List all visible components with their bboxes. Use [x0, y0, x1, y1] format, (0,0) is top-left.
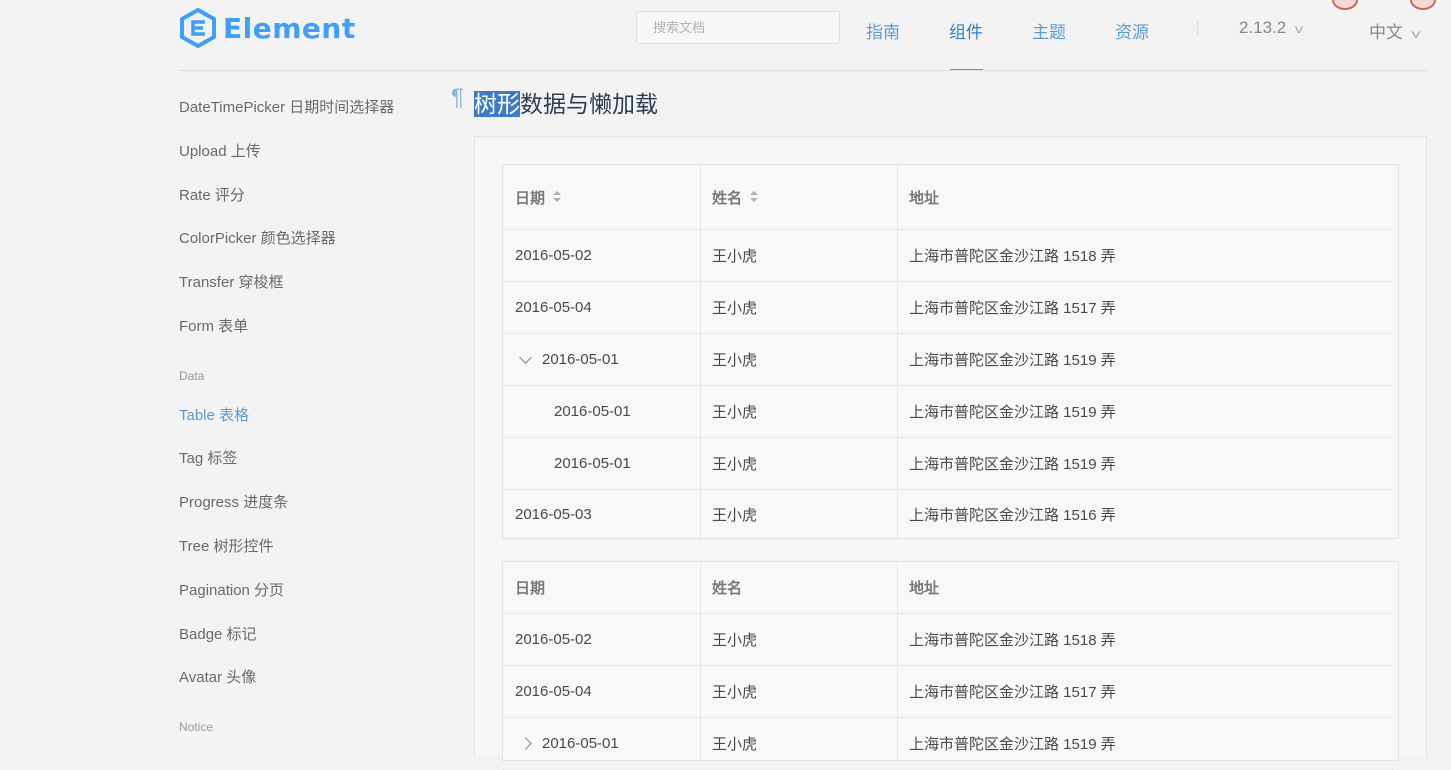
cell-date: 2016-05-02: [515, 247, 592, 264]
cell-name: 王小虎: [712, 300, 758, 317]
sidebar-group-data: Data: [179, 369, 205, 383]
cell-date: 2016-05-01: [554, 455, 631, 472]
language-select[interactable]: 中文 v: [1369, 18, 1421, 43]
table-header-row: 日期 姓名 地址: [503, 562, 1393, 614]
logo[interactable]: Element: [179, 8, 356, 48]
lazy-tree-table: 日期 姓名 地址 2016-05-02 王小虎 上海市普陀区金沙江路 1518 …: [502, 561, 1399, 770]
cell-date: 2016-05-01: [517, 334, 619, 385]
table-row-parent[interactable]: 2016-05-01 王小虎 上海市普陀区金沙江路 1519 弄: [503, 334, 1393, 386]
cell-date: 2016-05-02: [515, 631, 592, 648]
cell-date: 2016-05-04: [515, 299, 592, 316]
language-label: 中文: [1369, 23, 1403, 42]
cell-name: 王小虎: [712, 248, 758, 265]
header-date: 日期: [515, 580, 546, 597]
header-address: 地址: [909, 580, 940, 597]
cell-address: 上海市普陀区金沙江路 1518 弄: [909, 248, 1116, 265]
sidebar-item-transfer[interactable]: Transfer 穿梭框: [179, 271, 283, 292]
sidebar-item-upload[interactable]: Upload 上传: [179, 140, 261, 161]
sort-icon[interactable]: [553, 191, 562, 203]
cell-date: 2016-05-01: [554, 403, 631, 420]
cell-address: 上海市普陀区金沙江路 1519 弄: [909, 404, 1116, 421]
table-row-parent[interactable]: 2016-05-01 王小虎 上海市普陀区金沙江路 1519 弄: [503, 718, 1393, 770]
header-divider: [179, 70, 1427, 71]
sidebar-group-notice: Notice: [179, 720, 214, 734]
nav-theme[interactable]: 主题: [1032, 18, 1066, 43]
tree-table: 日期 姓名 地址 2016-05-02 王小虎 上海市普陀区金沙江路 1518 …: [502, 164, 1399, 540]
anchor-link-icon[interactable]: ¶: [451, 84, 464, 112]
version-select[interactable]: 2.13.2 v: [1239, 18, 1304, 38]
table-row[interactable]: 2016-05-03 王小虎 上海市普陀区金沙江路 1516 弄: [503, 490, 1393, 539]
table-row[interactable]: 2016-05-04 王小虎 上海市普陀区金沙江路 1517 弄: [503, 282, 1393, 334]
section-title-highlight: 树形: [474, 91, 520, 117]
table-row-child[interactable]: 2016-05-01 王小虎 上海市普陀区金沙江路 1519 弄: [503, 438, 1393, 490]
cell-name: 王小虎: [712, 684, 758, 701]
chevron-down-icon: v: [1295, 22, 1304, 36]
cell-date: 2016-05-03: [515, 506, 592, 523]
sidebar-item-datetimepicker[interactable]: DateTimePicker 日期时间选择器: [179, 96, 394, 117]
chevron-down-icon: v: [1411, 27, 1421, 41]
cell-address: 上海市普陀区金沙江路 1518 弄: [909, 632, 1116, 649]
header-name: 姓名: [712, 580, 743, 597]
sidebar-item-pagination[interactable]: Pagination 分页: [179, 579, 284, 600]
sidebar-item-tree[interactable]: Tree 树形控件: [179, 535, 273, 556]
cell-address: 上海市普陀区金沙江路 1517 弄: [909, 300, 1116, 317]
nav-resource[interactable]: 资源: [1115, 18, 1149, 43]
cell-name: 王小虎: [712, 404, 758, 421]
nav-component[interactable]: 组件: [949, 18, 983, 43]
top-header: Element 搜索文档 指南 组件 主题 资源 2.13.2 v 中文 v: [0, 0, 1451, 72]
cell-date-text: 2016-05-01: [542, 351, 619, 368]
sidebar-item-form[interactable]: Form 表单: [179, 315, 248, 336]
cell-name: 王小虎: [712, 456, 758, 473]
sidebar-item-tag[interactable]: Tag 标签: [179, 447, 237, 468]
search-input[interactable]: 搜索文档: [636, 11, 840, 44]
cell-name: 王小虎: [712, 352, 758, 369]
table-header-row: 日期 姓名 地址: [503, 165, 1393, 230]
table-row[interactable]: 2016-05-02 王小虎 上海市普陀区金沙江路 1518 弄: [503, 614, 1393, 666]
table-row[interactable]: 2016-05-02 王小虎 上海市普陀区金沙江路 1518 弄: [503, 230, 1393, 282]
table-row[interactable]: 2016-05-04 王小虎 上海市普陀区金沙江路 1517 弄: [503, 666, 1393, 718]
nav-guide[interactable]: 指南: [866, 18, 900, 43]
sidebar-item-avatar[interactable]: Avatar 头像: [179, 666, 256, 687]
sort-icon[interactable]: [750, 191, 759, 203]
element-logo-icon: [180, 8, 216, 48]
cursor-decoration-icon: [1332, 0, 1358, 10]
cursor-decoration-icon: [1410, 0, 1436, 10]
chevron-down-icon[interactable]: [519, 350, 532, 364]
section-title: 树形数据与懒加载: [474, 85, 658, 119]
table-row-child[interactable]: 2016-05-01 王小虎 上海市普陀区金沙江路 1519 弄: [503, 386, 1393, 438]
cell-address: 上海市普陀区金沙江路 1517 弄: [909, 684, 1116, 701]
sidebar-item-progress[interactable]: Progress 进度条: [179, 491, 288, 512]
cell-address: 上海市普陀区金沙江路 1519 弄: [909, 456, 1116, 473]
sidebar-item-rate[interactable]: Rate 评分: [179, 184, 245, 205]
header-address: 地址: [909, 189, 940, 207]
sidebar-item-table[interactable]: Table 表格: [179, 404, 249, 425]
sidebar-item-badge[interactable]: Badge 标记: [179, 623, 257, 644]
cell-name: 王小虎: [712, 507, 758, 524]
logo-text: Element: [223, 11, 356, 45]
nav-divider: [1197, 20, 1198, 36]
sidebar-item-colorpicker[interactable]: ColorPicker 颜色选择器: [179, 227, 336, 248]
header-name[interactable]: 姓名: [712, 165, 759, 229]
header-name-label: 姓名: [712, 189, 743, 207]
section-title-rest: 数据与懒加载: [520, 91, 658, 117]
cell-date: 2016-05-04: [515, 683, 592, 700]
cell-address: 上海市普陀区金沙江路 1516 弄: [909, 507, 1116, 524]
version-label: 2.13.2: [1239, 18, 1287, 37]
header-date[interactable]: 日期: [515, 165, 562, 229]
cell-name: 王小虎: [712, 632, 758, 649]
header-date-label: 日期: [515, 189, 546, 207]
cell-address: 上海市普陀区金沙江路 1519 弄: [909, 352, 1116, 369]
